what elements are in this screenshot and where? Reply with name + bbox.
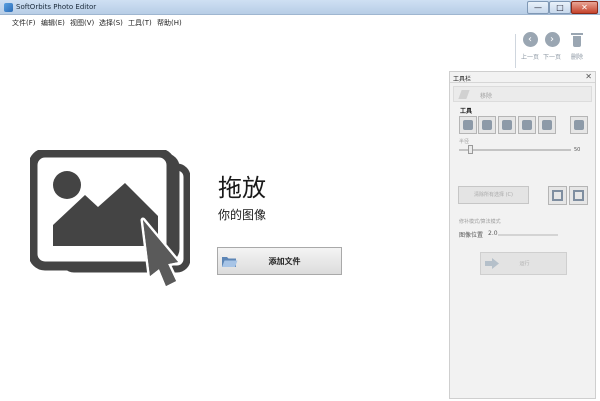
tools-label: 工具 — [460, 108, 473, 115]
brush-tool[interactable] — [478, 116, 496, 134]
menu-help[interactable]: 帮助(H) — [157, 18, 182, 28]
menu-tools[interactable]: 工具(T) — [128, 18, 152, 28]
remove-section-header[interactable]: 移除 — [453, 86, 592, 102]
magic-wand-tool[interactable] — [538, 116, 556, 134]
close-button[interactable]: ✕ — [571, 1, 598, 14]
menu-edit[interactable]: 编辑(E) — [41, 18, 65, 28]
toolbox-panel: 工具栏 ✕ 移除 工具 半径 50 清除所有选择 (C) 修补模式/算法模式 图… — [449, 71, 596, 399]
run-button[interactable]: 运行 — [480, 252, 567, 275]
delete-button[interactable]: 删除 — [565, 32, 589, 61]
prev-label: 上一页 — [520, 54, 539, 61]
title-bar: SoftOrbits Photo Editor — □ ✕ — [0, 0, 600, 15]
menu-bar: 文件(F) 编辑(E) 视图(V) 选择(S) 工具(T) 帮助(H) — [0, 15, 600, 29]
rectangle-select-icon — [502, 120, 512, 130]
menu-select[interactable]: 选择(S) — [99, 18, 123, 28]
pencil-icon — [463, 120, 473, 130]
image-stack-cursor-icon — [30, 150, 190, 289]
rectangle-select-tool[interactable] — [498, 116, 516, 134]
menu-view[interactable]: 视图(V) — [70, 18, 94, 28]
crop-button[interactable] — [548, 186, 567, 205]
save-mask-button[interactable] — [569, 186, 588, 205]
options-label: 修补模式/算法模式 — [459, 219, 501, 225]
trash-icon — [571, 32, 583, 47]
drop-title: 拖放 — [218, 174, 266, 202]
next-label: 下一页 — [542, 54, 561, 61]
lasso-tool[interactable] — [518, 116, 536, 134]
magic-wand-icon — [542, 120, 552, 130]
panel-close-button[interactable]: ✕ — [585, 72, 592, 81]
crop-icon — [552, 190, 563, 201]
clear-selection-label: 清除所有选择 (C) — [474, 192, 513, 198]
app-icon — [4, 3, 13, 12]
position-label: 图像位置 — [459, 232, 484, 239]
menu-file[interactable]: 文件(F) — [12, 18, 36, 28]
drop-subtitle: 你的图像 — [218, 208, 267, 222]
stamp-icon — [574, 120, 584, 130]
brush-size-slider[interactable] — [459, 149, 571, 151]
remove-label: 移除 — [480, 93, 493, 100]
arrow-right-icon: › — [544, 32, 560, 47]
position-slider[interactable] — [498, 234, 558, 236]
toolbar-separator — [515, 34, 516, 68]
eraser-icon — [458, 90, 470, 99]
lasso-icon — [522, 120, 532, 130]
panel-header: 工具栏 ✕ — [450, 72, 595, 83]
position-value: 2.0 — [488, 230, 498, 237]
delete-label: 删除 — [570, 54, 583, 61]
prev-button[interactable]: ‹ 上一页 — [518, 32, 542, 61]
window-title: SoftOrbits Photo Editor — [16, 3, 97, 11]
brush-size-handle[interactable] — [468, 145, 474, 154]
stamp-tool[interactable] — [570, 116, 588, 134]
brush-size-label: 半径 — [459, 139, 470, 145]
arrow-left-icon: ‹ — [522, 32, 538, 47]
clear-selection-button[interactable]: 清除所有选择 (C) — [458, 186, 529, 204]
run-label: 运行 — [519, 261, 530, 267]
next-button[interactable]: › 下一页 — [540, 32, 564, 61]
add-files-label: 添加文件 — [268, 257, 301, 266]
save-icon — [573, 190, 584, 201]
pencil-tool[interactable] — [459, 116, 477, 134]
minimize-button[interactable]: — — [527, 1, 549, 14]
brush-size-value: 50 — [574, 147, 581, 153]
maximize-button[interactable]: □ — [549, 1, 571, 14]
brush-icon — [482, 120, 492, 130]
add-files-button[interactable]: 添加文件 — [217, 247, 342, 275]
panel-title: 工具栏 — [453, 76, 472, 83]
